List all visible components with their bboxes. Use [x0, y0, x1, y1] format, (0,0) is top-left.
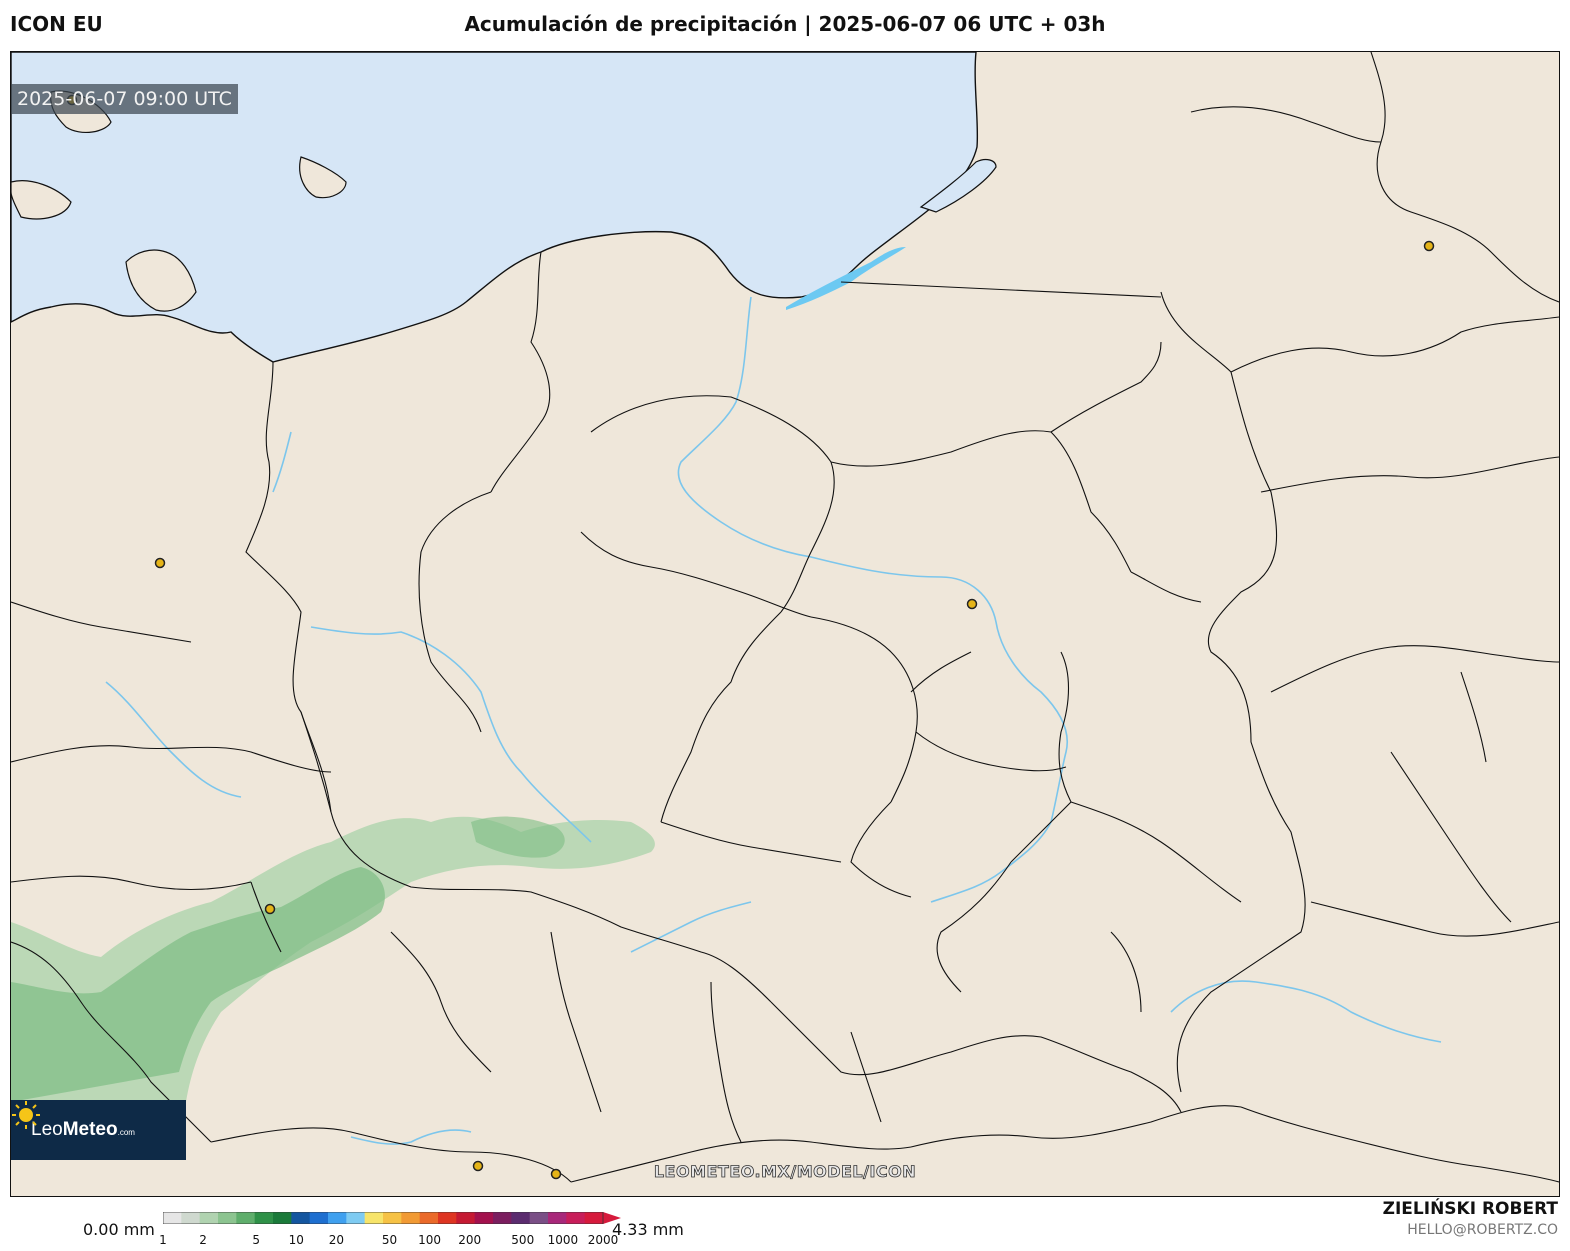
colorbar-segment — [328, 1212, 347, 1224]
colorbar-segment — [584, 1212, 604, 1224]
legend-min-label: 0.00 mm — [83, 1220, 155, 1239]
colorbar-segment — [474, 1212, 494, 1224]
colorbar-segment — [181, 1212, 201, 1224]
colorbar-segment — [401, 1212, 421, 1224]
city-marker — [154, 557, 166, 569]
leometeo-logo: LeoMeteo.com — [11, 1100, 186, 1160]
colorbar-tick-label: 20 — [328, 1233, 345, 1247]
logo-text: LeoMeteo.com — [31, 1119, 135, 1140]
colorbar-tick-label: 50 — [381, 1233, 398, 1247]
valid-time-label: 2025-06-07 09:00 UTC — [11, 84, 238, 114]
colorbar-segment — [364, 1212, 384, 1224]
map-canvas — [11, 52, 1559, 1196]
chart-title: Acumulación de precipitación | 2025-06-0… — [464, 12, 1106, 36]
colorbar-tick-label: 2000 — [587, 1233, 619, 1247]
colorbar-segment — [511, 1212, 531, 1224]
colorbar-segment — [419, 1212, 439, 1224]
colorbar-segment — [548, 1212, 567, 1224]
colorbar-segment — [291, 1212, 311, 1224]
colorbar-segment — [236, 1212, 256, 1224]
map-panel: 2025-06-07 09:00 UTC LeoMeteo.com LEOMET… — [10, 51, 1560, 1197]
colorbar-tick-label: 1 — [159, 1233, 167, 1247]
colorbar-segment — [309, 1212, 329, 1224]
colorbar-tick-label: 2 — [199, 1233, 207, 1247]
colorbar-tick-label: 10 — [288, 1233, 304, 1247]
colorbar-segment — [383, 1212, 402, 1224]
colorbar-segment — [163, 1212, 182, 1224]
colorbar-segment — [254, 1212, 274, 1224]
sun-icon — [12, 1101, 40, 1129]
colorbar-segment — [218, 1212, 237, 1224]
colorbar-segment — [456, 1212, 476, 1224]
colorbar-ticks: 1 2 5 10 20 50 100 200 500 1000 2000 — [159, 1233, 623, 1249]
colorbar-segment — [199, 1212, 219, 1224]
city-marker — [966, 598, 978, 610]
colorbar-segment — [438, 1212, 457, 1224]
colorbar — [163, 1212, 621, 1224]
author-email: HELLO@ROBERTZ.CO — [1407, 1222, 1558, 1238]
colorbar-tick-label: 1000 — [547, 1233, 579, 1247]
colorbar-segment — [529, 1212, 549, 1224]
colorbar-tick-label: 200 — [458, 1233, 482, 1247]
colorbar-tick-label: 5 — [252, 1233, 260, 1247]
colorbar-segment — [493, 1212, 512, 1224]
colorbar-tick-label: 100 — [418, 1233, 442, 1247]
author-name: ZIELIŃSKI ROBERT — [1382, 1199, 1558, 1219]
watermark-url: LEOMETEO.MX/MODEL/ICON — [653, 1162, 917, 1182]
city-marker — [1423, 240, 1435, 252]
colorbar-tick-label: 500 — [511, 1233, 535, 1247]
city-marker — [264, 903, 276, 915]
colorbar-segment — [346, 1212, 366, 1224]
colorbar-segment — [566, 1212, 586, 1224]
colorbar-segment — [273, 1212, 292, 1224]
